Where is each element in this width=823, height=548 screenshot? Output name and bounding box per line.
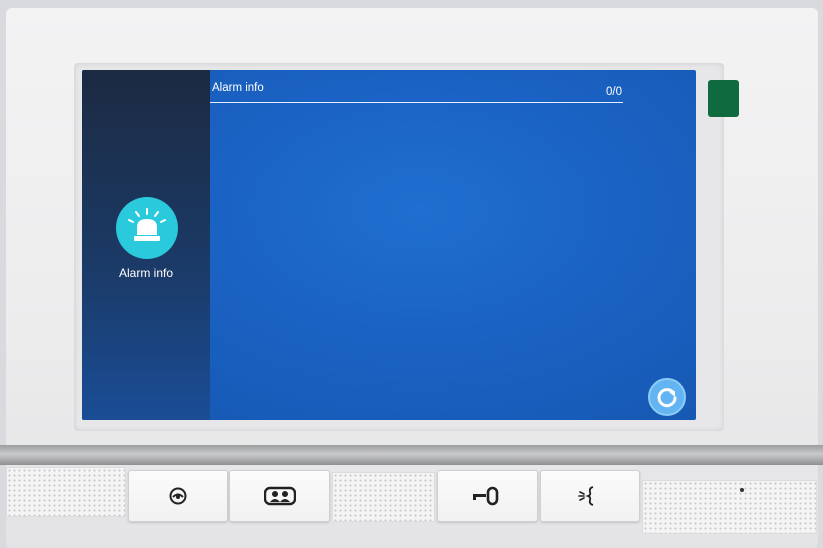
housing-screw	[740, 488, 744, 492]
speaker-grille-left	[6, 467, 126, 517]
talk-key[interactable]	[540, 470, 640, 522]
monitor-key[interactable]	[128, 470, 228, 522]
refresh-icon	[657, 388, 677, 408]
side-panel-label[interactable]: Alarm info	[82, 266, 210, 280]
two-people-icon	[263, 486, 296, 506]
speaker-grille-center	[332, 472, 435, 522]
alarm-count: 0/0	[606, 86, 622, 98]
status-led	[708, 80, 739, 117]
key-icon	[472, 486, 498, 506]
side-panel: Alarm info	[82, 70, 210, 420]
alarm-siren-icon-glyph	[128, 208, 166, 241]
intercom-key[interactable]	[229, 470, 330, 522]
eye-icon	[169, 487, 187, 505]
voice-icon	[578, 486, 594, 506]
unlock-key[interactable]	[437, 470, 538, 522]
alarm-siren-icon[interactable]	[116, 197, 178, 259]
touch-screen: Alarm info Alarm info 0/0	[82, 70, 696, 420]
metal-trim	[0, 445, 823, 465]
refresh-button[interactable]	[648, 378, 686, 416]
header-divider	[210, 102, 623, 103]
speaker-grille-right	[642, 480, 817, 534]
page-title: Alarm info	[212, 82, 264, 94]
